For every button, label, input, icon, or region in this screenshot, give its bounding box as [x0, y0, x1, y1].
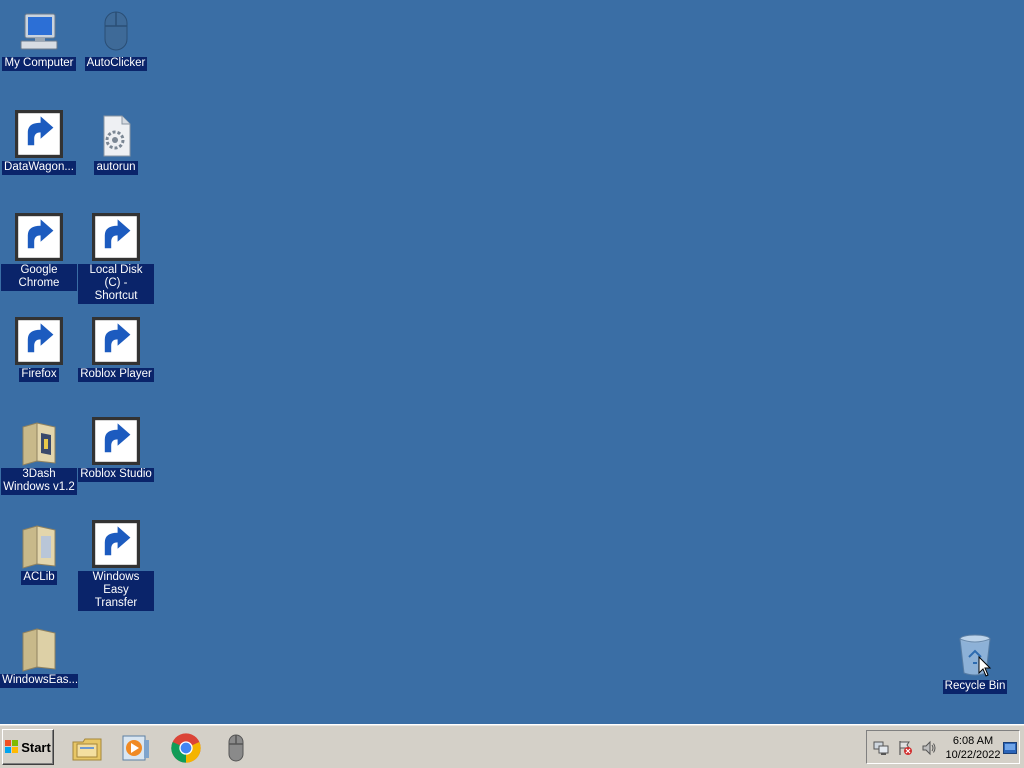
desktop-icon-aclib-folder[interactable]: ACLib [1, 522, 77, 585]
file-explorer-icon [72, 738, 102, 761]
settings-file-icon [92, 112, 140, 160]
mouse-icon [92, 8, 140, 56]
drive-icon [92, 213, 140, 263]
desktop-icon-label: Firefox [19, 368, 59, 382]
desktop-icon-my-computer[interactable]: My Computer [1, 8, 77, 71]
chrome-icon [15, 213, 63, 263]
desktop-icon-label: AutoClicker [84, 57, 148, 71]
chrome-icon [171, 733, 201, 763]
desktop-icon-label: DataWagon... [2, 161, 76, 175]
mouse-icon [228, 734, 244, 762]
desktop-icon-google-chrome[interactable]: Google Chrome [1, 213, 77, 291]
desktop-icon-label: Recycle Bin [942, 680, 1008, 694]
taskbar-media-player-button[interactable] [119, 731, 153, 765]
folder-icon [15, 625, 63, 673]
desktop-icon-label: WindowsEas... [0, 674, 79, 688]
roblox-player-icon [92, 317, 140, 367]
tray-action-center-button[interactable] [897, 740, 913, 756]
start-label: Start [21, 739, 51, 755]
roblox-studio-icon [92, 417, 140, 467]
computer-icon [15, 8, 63, 56]
windows-logo-icon [5, 740, 19, 753]
show-desktop-icon[interactable] [1003, 742, 1017, 754]
desktop-icon-label: 3Dash Windows v1.2 [1, 468, 77, 495]
start-button[interactable]: Start [2, 729, 54, 765]
desktop-icon-label: Local Disk (C) - Shortcut [78, 264, 154, 304]
mouse-cursor-icon [978, 656, 992, 677]
desktop-icon-label: autorun [94, 161, 138, 175]
desktop-icon-autoclicker[interactable]: AutoClicker [78, 8, 154, 71]
shortcut-arrow-icon [15, 110, 63, 158]
tray-network-button[interactable] [873, 740, 889, 756]
clock-date: 10/22/2022 [945, 749, 1001, 761]
taskbar-chrome-button[interactable] [169, 731, 203, 765]
desktop-icon-windows-easy-transfer[interactable]: Windows Easy Transfer [78, 520, 154, 611]
network-icon [873, 741, 889, 755]
desktop-icon-3dash-windows-folder[interactable]: 3Dash Windows v1.2 [1, 419, 77, 495]
shortcut-arrow-icon [92, 317, 140, 365]
shortcut-arrow-icon [15, 317, 63, 365]
desktop-icon-recycle-bin[interactable]: Recycle Bin [937, 631, 1013, 694]
desktop-icon-windowseas-folder[interactable]: WindowsEas... [0, 625, 79, 688]
desktop-icon-label: Windows Easy Transfer [78, 571, 154, 611]
desktop-icon-roblox-studio[interactable]: Roblox Studio [78, 417, 154, 482]
desktop-icon-firefox[interactable]: Firefox [1, 317, 77, 382]
taskbar-clock[interactable]: 6:08 AM 10/22/2022 [941, 734, 1005, 762]
taskbar-file-explorer-button[interactable] [70, 731, 104, 765]
system-tray: 6:08 AM 10/22/2022 [866, 730, 1020, 764]
clock-time: 6:08 AM [952, 735, 994, 747]
desktop-icon-label: My Computer [2, 57, 76, 71]
firefox-icon [15, 317, 63, 367]
desktop-icon-label: Roblox Player [78, 368, 154, 382]
folder-icon [15, 522, 63, 570]
shortcut-arrow-icon [92, 520, 140, 568]
easy-transfer-icon [92, 520, 140, 570]
shortcut-arrow-icon [92, 213, 140, 261]
shortcut-arrow-icon [15, 213, 63, 261]
taskbar-autoclicker-button[interactable] [219, 731, 253, 765]
desktop-icon-local-disk-shortcut[interactable]: Local Disk (C) - Shortcut [78, 213, 154, 304]
media-player-icon [122, 735, 149, 761]
desktop-icon-datawagon[interactable]: DataWagon... [1, 110, 77, 175]
desktop-icon-label: Google Chrome [1, 264, 77, 291]
folder-icon [15, 419, 63, 467]
desktop-icon-label: ACLib [21, 571, 57, 585]
datawagon-icon [15, 110, 63, 160]
shortcut-arrow-icon [92, 417, 140, 465]
desktop-icon-label: Roblox Studio [78, 468, 154, 482]
volume-icon [922, 740, 936, 756]
taskbar: Start 6:08 AM 10/22/2022 [0, 724, 1024, 768]
desktop-icon-roblox-player[interactable]: Roblox Player [78, 317, 154, 382]
tray-volume-button[interactable] [921, 740, 937, 756]
action-center-icon [899, 741, 912, 755]
desktop-icon-autorun[interactable]: autorun [78, 112, 154, 175]
desktop[interactable]: My Computer AutoClicker DataWagon... aut… [0, 0, 1024, 724]
